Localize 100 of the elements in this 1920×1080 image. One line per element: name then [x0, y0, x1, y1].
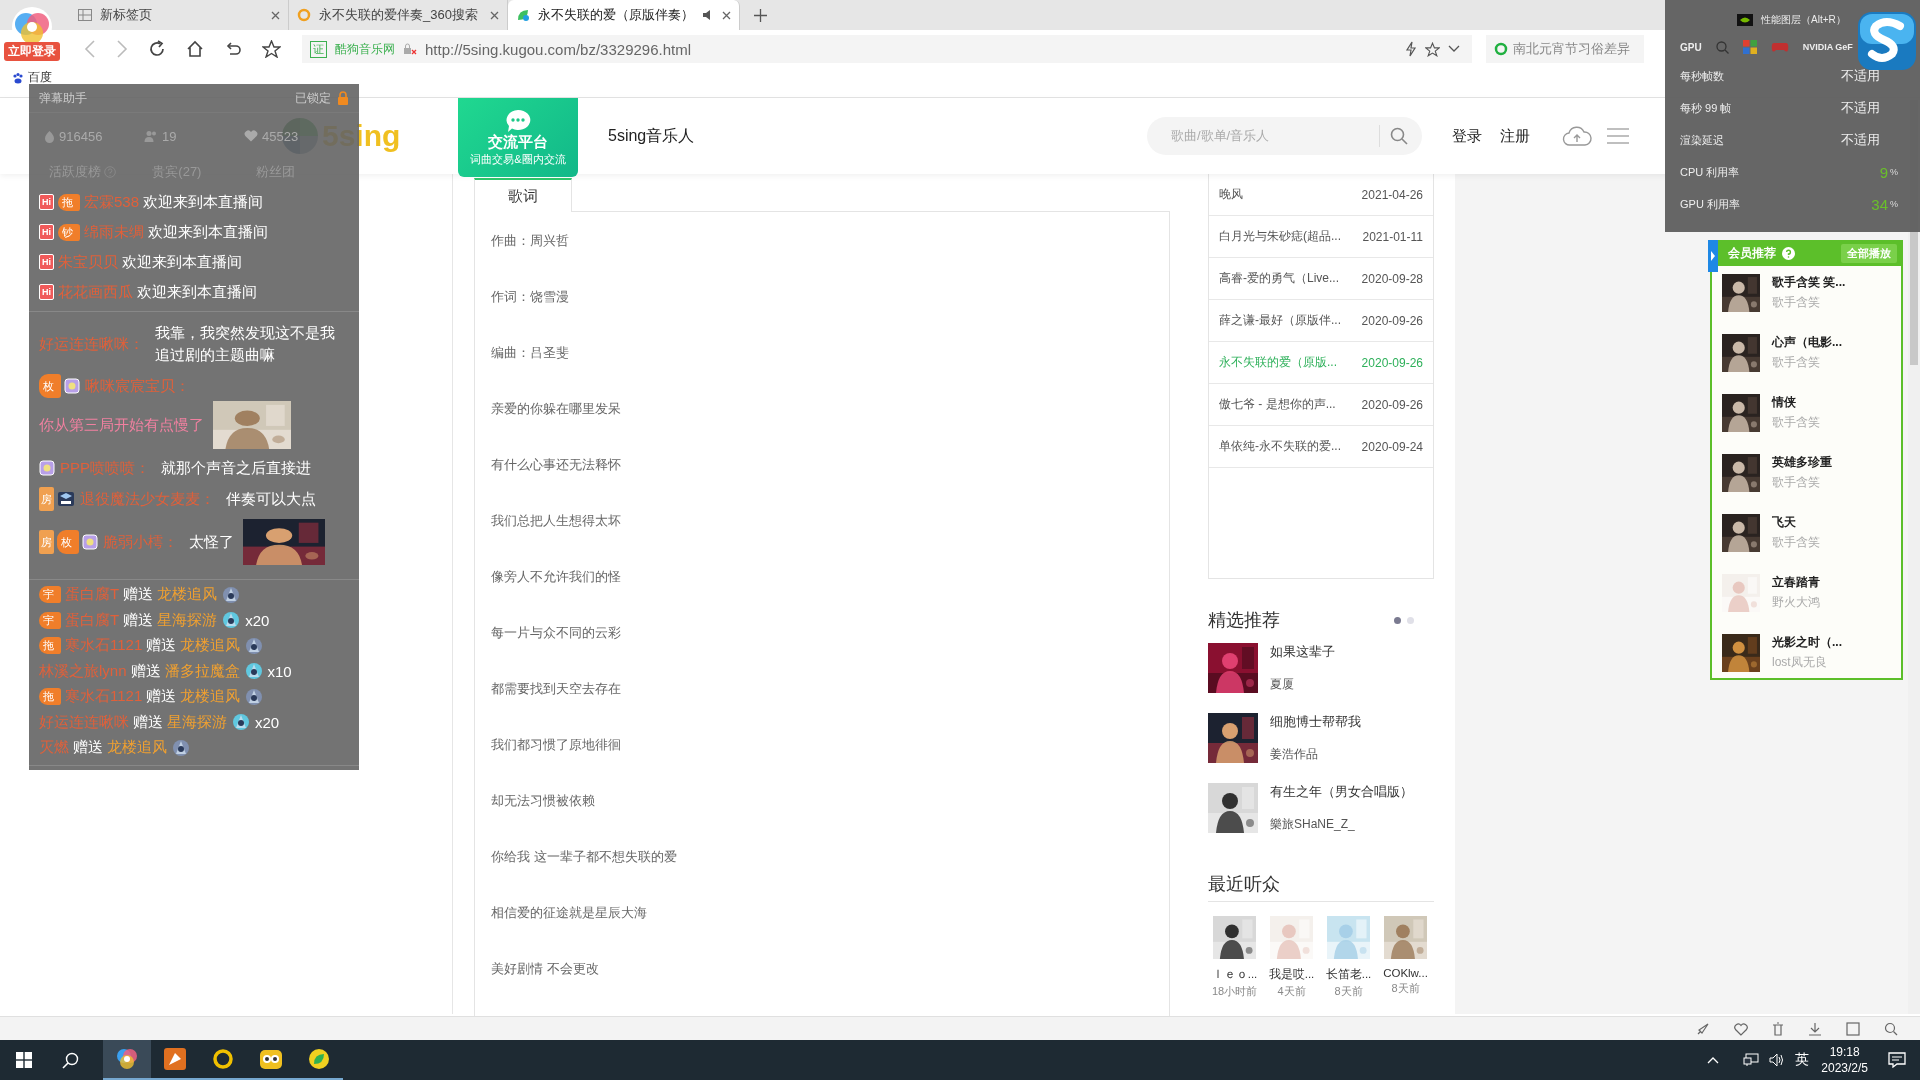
lyric-line: 我们总把人生想得太坏 — [491, 514, 622, 528]
gift-icon — [221, 584, 242, 605]
zoom-icon[interactable] — [1884, 1022, 1898, 1036]
medal-badge: 宇 — [39, 611, 61, 629]
gift-verb: 赠送 — [73, 738, 103, 758]
network-icon[interactable] — [1743, 1053, 1760, 1067]
song-row[interactable]: 傲七爷 - 是想你的声... 2020-09-26 — [1209, 384, 1433, 426]
upload-cloud-icon[interactable] — [1562, 125, 1592, 147]
metric-unit: % — [1890, 199, 1898, 209]
grid-icon — [78, 9, 92, 21]
lightning-icon[interactable] — [1405, 41, 1417, 57]
star-icon[interactable] — [1425, 41, 1440, 57]
people-icon — [144, 130, 158, 142]
lyric-line: 作曲：周兴哲 — [491, 234, 570, 248]
song-title[interactable]: 飞天 — [1772, 514, 1820, 531]
gift-name: 星海探游 — [167, 712, 227, 732]
listener-name[interactable]: 我是哎... — [1268, 967, 1315, 982]
welcome-text: 欢迎来到本直播间 — [148, 222, 268, 242]
login-badge[interactable]: 立即登录 — [4, 42, 60, 61]
download-icon[interactable] — [1808, 1022, 1822, 1036]
close-icon[interactable] — [490, 10, 499, 20]
home-icon[interactable] — [186, 40, 204, 58]
song-row[interactable]: 白月光与朱砂痣(超品... 2021-01-11 — [1209, 216, 1433, 258]
browser-tab[interactable]: 永不失联的爱（原版伴奏） — [508, 0, 740, 30]
listen-time: 4天前 — [1277, 984, 1306, 999]
flame-icon — [44, 129, 55, 143]
song-row[interactable]: 晚风 2021-04-26 — [1209, 174, 1433, 216]
listener-name[interactable]: COKlw... — [1383, 967, 1428, 979]
song-row[interactable]: 高睿-爱的勇气（Live... 2020-09-28 — [1209, 258, 1433, 300]
overlay-tab[interactable]: GPU — [1680, 41, 1702, 53]
song-title[interactable]: 有生之年（男女合唱版） — [1270, 783, 1413, 801]
song-row[interactable]: 薛之谦-最好（原版伴... 2020-09-26 — [1209, 300, 1433, 342]
clock[interactable]: 19:18 2023/2/5 — [1821, 1044, 1868, 1076]
insecure-lock-icon — [403, 43, 417, 55]
search-icon[interactable] — [62, 1051, 79, 1069]
metric-label: CPU 利用率 — [1680, 164, 1741, 180]
refresh-icon[interactable] — [148, 40, 166, 58]
listener-name[interactable]: 长笛老... — [1325, 967, 1372, 982]
certificate-badge: 证 — [310, 40, 327, 58]
song-title[interactable]: 心声（电影... — [1772, 334, 1842, 351]
address-bar[interactable]: 证 酷狗音乐网 http://5sing.kugou.com/bz/3329296.html — [302, 35, 1472, 63]
lyric-line: 我们都习惯了原地徘徊 — [491, 738, 622, 752]
song-title[interactable]: 立春踏青 — [1772, 574, 1820, 591]
lock-status[interactable]: 已锁定 — [295, 89, 331, 107]
hi-badge: Hi — [39, 254, 54, 270]
bookmark[interactable]: 百度 — [12, 69, 52, 86]
lyric-line: 却无法习惯被依赖 — [491, 794, 596, 808]
metric-value: 不适用 — [1841, 99, 1880, 117]
metric-unit: % — [1890, 167, 1898, 177]
song-row[interactable]: 单依纯-永不失联的爱... 2020-09-24 — [1209, 426, 1433, 468]
listen-time: 18小时前 — [1211, 984, 1258, 999]
stat-value: 45523 — [262, 128, 299, 144]
caret-up-icon[interactable] — [1707, 1056, 1720, 1064]
page-dot[interactable] — [1394, 616, 1401, 624]
lyric-line: 每一片与众不同的云彩 — [491, 626, 622, 640]
new-tab-icon[interactable] — [754, 8, 767, 22]
lyrics-tab[interactable]: 歌词 — [474, 178, 572, 212]
close-icon[interactable] — [271, 10, 280, 20]
notification-icon[interactable] — [1888, 1052, 1906, 1068]
header-link[interactable]: 注册 — [1500, 126, 1530, 146]
medal-badge: 钞 — [58, 223, 80, 241]
leaf-icon — [307, 1047, 331, 1071]
page-dot[interactable] — [1407, 616, 1414, 624]
lyric-line: 相信爱的征途就是星辰大海 — [491, 906, 648, 920]
song-title[interactable]: 细胞博士帮帮我 — [1270, 713, 1361, 731]
song-title[interactable]: 光影之时（... — [1772, 634, 1842, 651]
star-icon[interactable] — [262, 40, 281, 58]
gift-verb: 赠送 — [146, 687, 177, 707]
chevron-down-icon[interactable] — [1448, 45, 1460, 53]
room-badge: 房 — [39, 487, 54, 511]
heart-pulse-icon[interactable] — [1734, 1022, 1748, 1036]
author-name[interactable]: 樂旅SHaNE_Z_ — [1270, 816, 1413, 833]
trash-icon[interactable] — [1772, 1022, 1784, 1036]
search-field[interactable]: 南北元宵节习俗差异 — [1486, 35, 1644, 63]
song-row[interactable]: 永不失联的爱（原版... 2020-09-26 — [1209, 342, 1433, 384]
listener-name[interactable]: ｌｅｏ... — [1211, 967, 1258, 982]
medal-badge: 枚 — [39, 374, 61, 398]
welcome-text: 欢迎来到本直播间 — [143, 192, 264, 212]
author-name[interactable]: 夏厦 — [1270, 676, 1335, 693]
volume-icon[interactable] — [1769, 1053, 1786, 1067]
author-name[interactable]: 姜浩作品 — [1270, 746, 1361, 763]
chat-message: 伴奏可以大点 — [226, 489, 317, 509]
close-icon[interactable] — [722, 10, 731, 20]
song-title[interactable]: 如果这辈子 — [1270, 643, 1335, 661]
song-title[interactable]: 情侠 — [1772, 394, 1820, 411]
tiles-icon[interactable] — [1742, 40, 1757, 54]
crest-icon — [57, 491, 75, 507]
start-icon[interactable] — [16, 1052, 32, 1068]
hi-badge: Hi — [39, 194, 54, 210]
eye-logo-icon — [1737, 14, 1753, 26]
rocket-icon[interactable] — [1696, 1022, 1710, 1036]
ring-icon — [211, 1047, 235, 1071]
owl-icon — [259, 1047, 283, 1071]
site-name[interactable]: 5sing音乐人 — [608, 125, 695, 147]
song-title[interactable]: 歌手含笑 笑... — [1772, 274, 1846, 291]
input-method-indicator[interactable]: 英 — [1795, 1051, 1810, 1069]
header-link[interactable]: 登录 — [1452, 126, 1482, 146]
metric-value: 不适用 — [1841, 67, 1880, 85]
undo-icon[interactable] — [224, 40, 242, 58]
song-title[interactable]: 英雄多珍重 — [1772, 454, 1832, 471]
